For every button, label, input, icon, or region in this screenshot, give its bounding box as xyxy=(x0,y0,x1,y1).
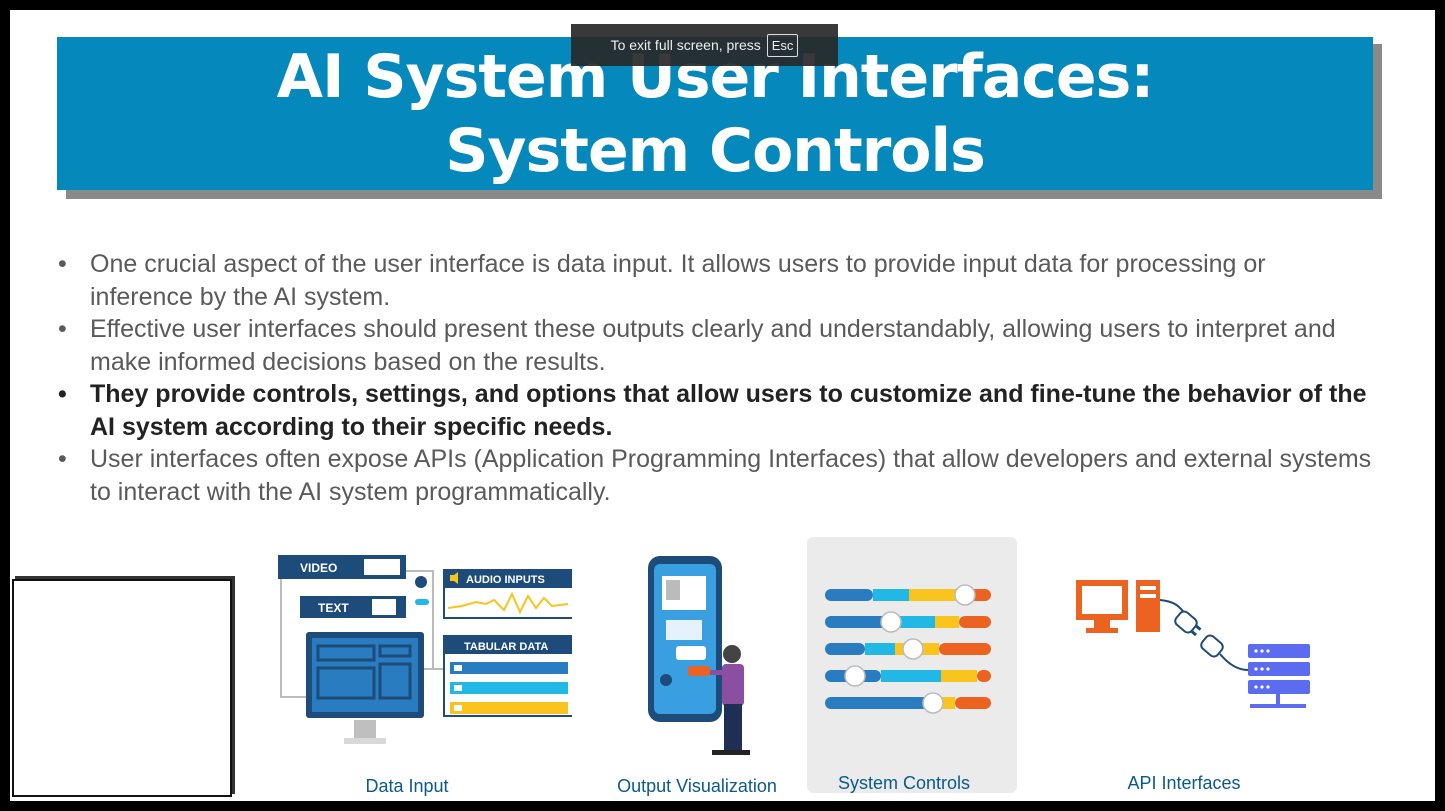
output-visualization-label: Output Visualization xyxy=(617,776,777,796)
table-row xyxy=(450,702,568,714)
toggle-icon xyxy=(415,599,429,605)
bullet-dot: • xyxy=(58,445,67,473)
bullet-text: Effective user interfaces should present… xyxy=(90,315,1336,376)
table-row xyxy=(450,662,568,674)
slide: AI System User Interfaces: System Contro… xyxy=(10,10,1435,801)
bullet-list: • One crucial aspect of the user interfac… xyxy=(54,248,1374,508)
phone-user-illustration xyxy=(648,556,750,755)
bullet-item: • One crucial aspect of the user interfac… xyxy=(54,248,1374,313)
bullet-text: They provide controls, settings, and opt… xyxy=(90,380,1367,441)
output-visualization-panel: Output Visualization xyxy=(600,550,777,796)
esc-key[interactable]: Esc xyxy=(766,33,799,57)
connector-lines xyxy=(280,574,282,698)
title-line-2: System Controls xyxy=(445,115,986,186)
fullscreen-exit-toast: To exit full screen, press Esc xyxy=(571,24,838,66)
bullet-item: • Effective user interfaces should presen… xyxy=(54,313,1374,378)
bullet-text: User interfaces often expose APIs (Appli… xyxy=(90,445,1372,506)
slider-control xyxy=(825,638,991,660)
slider-control xyxy=(825,692,991,714)
person-head-icon xyxy=(723,645,741,663)
data-input-label: Data Input xyxy=(365,776,449,796)
slider-handle-icon xyxy=(844,665,866,687)
slider-handle-icon xyxy=(922,692,944,714)
system-controls-panel: System Controls xyxy=(807,537,1017,793)
bullet-dot: • xyxy=(58,250,67,278)
slider-control xyxy=(825,584,991,606)
bullet-item-emphasized: • They provide controls, settings, and op… xyxy=(54,378,1374,443)
api-interfaces-panel: API Interfaces xyxy=(1070,570,1310,795)
bullet-text: One crucial aspect of the user interface… xyxy=(90,250,1266,311)
data-input-illustration: VIDEO TEXT AUDIO INPUTS TABULAR DATA xyxy=(278,555,575,744)
text-label: TEXT xyxy=(318,601,349,615)
blank-overlay-box xyxy=(12,579,232,797)
system-controls-label: System Controls xyxy=(837,773,971,793)
data-input-panel: VIDEO TEXT AUDIO INPUTS TABULAR DATA Dat… xyxy=(272,550,575,796)
audio-inputs-label: AUDIO INPUTS xyxy=(466,574,545,586)
api-interfaces-illustration xyxy=(1076,580,1310,708)
system-controls-illustration xyxy=(825,584,991,714)
slider-control xyxy=(825,611,991,633)
slider-control xyxy=(825,665,991,687)
slider-handle-icon xyxy=(902,638,924,660)
video-label: VIDEO xyxy=(300,561,337,575)
bullet-dot: • xyxy=(58,315,67,343)
api-interfaces-label: API Interfaces xyxy=(1127,773,1241,793)
plug-icon xyxy=(1174,610,1202,637)
monitor-stand xyxy=(354,720,376,740)
bullet-dot: • xyxy=(58,380,67,408)
slider-handle-icon xyxy=(954,584,976,606)
gear-icon xyxy=(415,576,427,588)
table-row xyxy=(450,682,568,694)
bullet-item: • User interfaces often expose APIs (Appl… xyxy=(54,443,1374,508)
slider-handle-icon xyxy=(880,611,902,633)
tabular-data-label: TABULAR DATA xyxy=(464,641,548,653)
toast-text: To exit full screen, press xyxy=(610,37,761,53)
